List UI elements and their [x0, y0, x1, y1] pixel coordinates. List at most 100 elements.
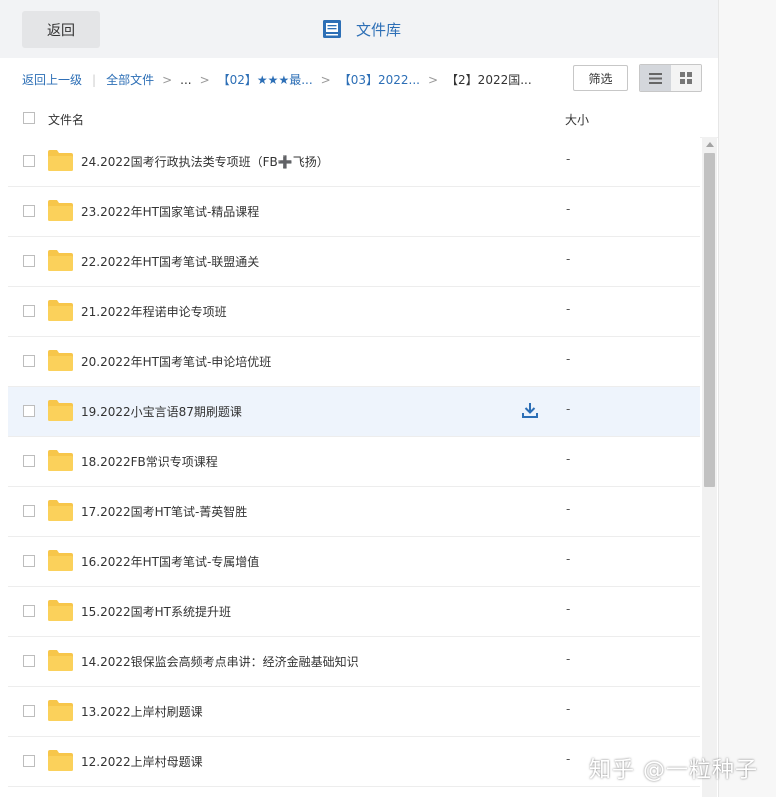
folder-icon	[48, 450, 73, 471]
file-size: -	[566, 352, 571, 366]
row-checkbox[interactable]	[23, 655, 35, 667]
file-name[interactable]: 23.2022年HT国家笔试-精品课程	[81, 203, 259, 220]
row-checkbox[interactable]	[23, 505, 35, 517]
file-size: -	[566, 652, 571, 666]
file-name[interactable]: 13.2022上岸村刷题课	[81, 703, 203, 720]
file-row[interactable]: 20.2022年HT国考笔试-申论培优班 -	[8, 337, 700, 387]
scrollbar-thumb[interactable]	[704, 153, 715, 487]
file-size: -	[566, 752, 571, 766]
breadcrumb-bar: 返回上一级 | 全部文件 > ... > 【02】★★★最... > 【03】2…	[0, 58, 718, 100]
page-title: 文件库	[356, 20, 402, 39]
column-header-size[interactable]: 大小	[565, 111, 589, 128]
file-name[interactable]: 15.2022国考HT系统提升班	[81, 603, 231, 620]
folder-icon	[48, 550, 73, 571]
file-row[interactable]: 17.2022国考HT笔试-菁英智胜 -	[8, 487, 700, 537]
file-list: 24.2022国考行政执法类专项班（FB➕飞扬） -23.2022年HT国家笔试-…	[8, 137, 700, 797]
breadcrumb-seg2[interactable]: 【03】2022...	[339, 71, 420, 88]
file-row[interactable]: 23.2022年HT国家笔试-精品课程 -	[8, 187, 700, 237]
view-toggle	[639, 64, 702, 92]
scroll-up-icon[interactable]	[706, 142, 714, 147]
file-row[interactable]: 21.2022年程诺申论专项班 -	[8, 287, 700, 337]
grid-view-button[interactable]	[670, 65, 701, 91]
breadcrumb-up-link[interactable]: 返回上一级	[22, 71, 82, 88]
row-checkbox[interactable]	[23, 405, 35, 417]
breadcrumb: 返回上一级 | 全部文件 > ... > 【02】★★★最... > 【03】2…	[22, 71, 532, 88]
watermark: 知乎 @一粒种子	[589, 758, 758, 783]
row-checkbox[interactable]	[23, 755, 35, 767]
folder-icon	[48, 300, 73, 321]
row-checkbox[interactable]	[23, 455, 35, 467]
select-all-checkbox[interactable]	[23, 112, 35, 124]
folder-icon	[48, 500, 73, 521]
title-group: 文件库	[322, 18, 401, 40]
row-checkbox[interactable]	[23, 155, 35, 167]
file-name[interactable]: 19.2022小宝言语87期刷题课	[81, 403, 242, 420]
file-name[interactable]: 20.2022年HT国考笔试-申论培优班	[81, 353, 271, 370]
table-header: 文件名 大小	[8, 100, 718, 138]
breadcrumb-all-files[interactable]: 全部文件	[106, 71, 154, 88]
chevron-right-icon: >	[162, 72, 173, 87]
file-name[interactable]: 21.2022年程诺申论专项班	[81, 303, 227, 320]
file-row[interactable]: 24.2022国考行政执法类专项班（FB➕飞扬） -	[8, 137, 700, 187]
row-checkbox[interactable]	[23, 705, 35, 717]
document-icon	[323, 20, 341, 38]
file-name[interactable]: 12.2022上岸村母题课	[81, 753, 203, 770]
file-row[interactable]: 18.2022FB常识专项课程 -	[8, 437, 700, 487]
folder-icon	[48, 150, 73, 171]
list-view-icon	[648, 72, 662, 84]
file-row[interactable]: 13.2022上岸村刷题课 -	[8, 687, 700, 737]
file-size: -	[566, 202, 571, 216]
file-size: -	[566, 302, 571, 316]
file-library-panel: 返回 文件库 返回上一级 | 全部文件 > ... > 【02】★★★最... …	[0, 0, 719, 797]
breadcrumb-divider: |	[92, 72, 97, 87]
row-checkbox[interactable]	[23, 205, 35, 217]
folder-icon	[48, 350, 73, 371]
chevron-right-icon: >	[427, 72, 439, 87]
row-checkbox[interactable]	[23, 355, 35, 367]
file-name[interactable]: 22.2022年HT国考笔试-联盟通关	[81, 253, 259, 270]
back-button[interactable]: 返回	[22, 11, 100, 48]
grid-view-icon	[679, 72, 692, 84]
column-header-name[interactable]: 文件名	[48, 111, 84, 128]
breadcrumb-ellipsis[interactable]: ...	[180, 73, 191, 87]
folder-icon	[48, 700, 73, 721]
file-size: -	[566, 402, 571, 416]
breadcrumb-seg1[interactable]: 【02】★★★最...	[218, 71, 313, 88]
file-row[interactable]: 19.2022小宝言语87期刷题课 -	[8, 387, 700, 437]
chevron-right-icon: >	[199, 72, 210, 87]
file-size: -	[566, 602, 571, 616]
file-size: -	[566, 152, 571, 166]
file-name[interactable]: 16.2022年HT国考笔试-专属增值	[81, 553, 259, 570]
row-checkbox[interactable]	[23, 605, 35, 617]
file-name[interactable]: 17.2022国考HT笔试-菁英智胜	[81, 503, 247, 520]
filter-button[interactable]: 筛选	[573, 65, 628, 91]
download-icon[interactable]	[521, 401, 539, 419]
row-checkbox[interactable]	[23, 555, 35, 567]
row-checkbox[interactable]	[23, 255, 35, 267]
folder-icon	[48, 400, 73, 421]
chevron-right-icon: >	[320, 72, 331, 87]
folder-icon	[48, 650, 73, 671]
file-size: -	[566, 452, 571, 466]
file-name[interactable]: 18.2022FB常识专项课程	[81, 453, 218, 470]
file-size: -	[566, 252, 571, 266]
file-size: -	[566, 552, 571, 566]
list-view-button[interactable]	[640, 65, 671, 91]
file-row[interactable]: 22.2022年HT国考笔试-联盟通关 -	[8, 237, 700, 287]
file-size: -	[566, 502, 571, 516]
right-gutter	[719, 0, 776, 797]
row-checkbox[interactable]	[23, 305, 35, 317]
file-name[interactable]: 24.2022国考行政执法类专项班（FB➕飞扬）	[81, 153, 329, 170]
file-name[interactable]: 14.2022银保监会高频考点串讲：经济金融基础知识	[81, 653, 359, 670]
folder-icon	[48, 600, 73, 621]
file-size: -	[566, 702, 571, 716]
folder-icon	[48, 250, 73, 271]
file-row[interactable]: 16.2022年HT国考笔试-专属增值 -	[8, 537, 700, 587]
file-row[interactable]: 15.2022国考HT系统提升班 -	[8, 587, 700, 637]
vertical-scrollbar[interactable]	[702, 137, 717, 797]
file-row[interactable]: 14.2022银保监会高频考点串讲：经济金融基础知识 -	[8, 637, 700, 687]
folder-icon	[48, 750, 73, 771]
header-bar: 返回 文件库	[0, 0, 718, 58]
folder-icon	[48, 200, 73, 221]
breadcrumb-current: 【2】2022国...	[446, 73, 532, 87]
